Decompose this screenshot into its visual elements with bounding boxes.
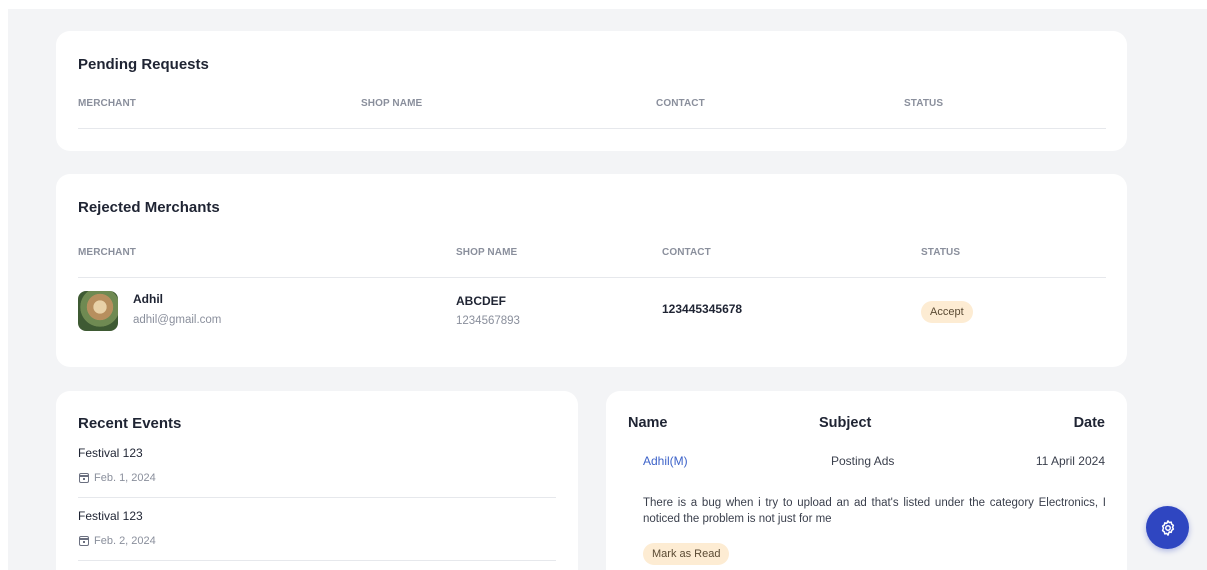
- pending-col-merchant: MERCHANT: [78, 98, 137, 109]
- rejected-col-merchant: MERCHANT: [78, 247, 137, 258]
- messages-col-subject: Subject: [819, 415, 872, 431]
- merchant-email: adhil@gmail.com: [133, 314, 222, 326]
- divider: [78, 277, 1106, 278]
- mark-as-read-button[interactable]: Mark as Read: [643, 543, 730, 565]
- pending-col-contact: CONTACT: [656, 98, 705, 109]
- divider: [78, 497, 556, 498]
- accept-button[interactable]: Accept: [921, 301, 973, 323]
- event-date-text: Feb. 2, 2024: [94, 535, 156, 547]
- shop-name: ABCDEF: [456, 294, 506, 308]
- pending-col-status: STATUS: [904, 98, 944, 109]
- messages-card: Name Subject Date Adhil(M) Posting Ads 1…: [606, 391, 1127, 570]
- message-date: 11 April 2024: [1035, 454, 1105, 468]
- merchant-name: Adhil: [133, 292, 163, 306]
- calendar-icon: [79, 536, 89, 546]
- avatar: [78, 291, 118, 331]
- recent-events-title: Recent Events: [78, 415, 182, 432]
- event-title: Festival 123: [78, 446, 143, 460]
- messages-col-date: Date: [1073, 415, 1105, 431]
- calendar-icon: [79, 473, 89, 483]
- event-date: Feb. 1, 2024: [79, 472, 156, 484]
- recent-events-card: Recent Events Festival 123 Feb. 1, 2024 …: [56, 391, 578, 570]
- message-subject: Posting Ads: [831, 454, 895, 468]
- pending-requests-title: Pending Requests: [78, 56, 209, 73]
- rejected-merchants-card: Rejected Merchants MERCHANT SHOP NAME CO…: [56, 174, 1127, 367]
- message-sender-link[interactable]: Adhil(M): [643, 454, 688, 468]
- rejected-col-contact: CONTACT: [662, 247, 711, 258]
- gear-icon: [1161, 519, 1174, 536]
- divider: [78, 128, 1106, 129]
- message-body: There is a bug when i try to upload an a…: [643, 497, 1106, 525]
- shop-phone: 1234567893: [456, 315, 520, 327]
- contact-number: 123445345678: [662, 302, 743, 316]
- event-date-text: Feb. 1, 2024: [94, 472, 156, 484]
- pending-requests-card: Pending Requests MERCHANT SHOP NAME CONT…: [56, 31, 1127, 151]
- settings-fab-button[interactable]: [1146, 506, 1189, 549]
- rejected-merchants-title: Rejected Merchants: [78, 199, 220, 216]
- pending-col-shop-name: SHOP NAME: [361, 98, 423, 109]
- rejected-col-shop-name: SHOP NAME: [456, 247, 518, 258]
- event-date: Feb. 2, 2024: [79, 535, 156, 547]
- divider: [78, 560, 556, 561]
- event-title: Festival 123: [78, 509, 143, 523]
- messages-col-name: Name: [628, 415, 668, 431]
- rejected-col-status: STATUS: [921, 247, 961, 258]
